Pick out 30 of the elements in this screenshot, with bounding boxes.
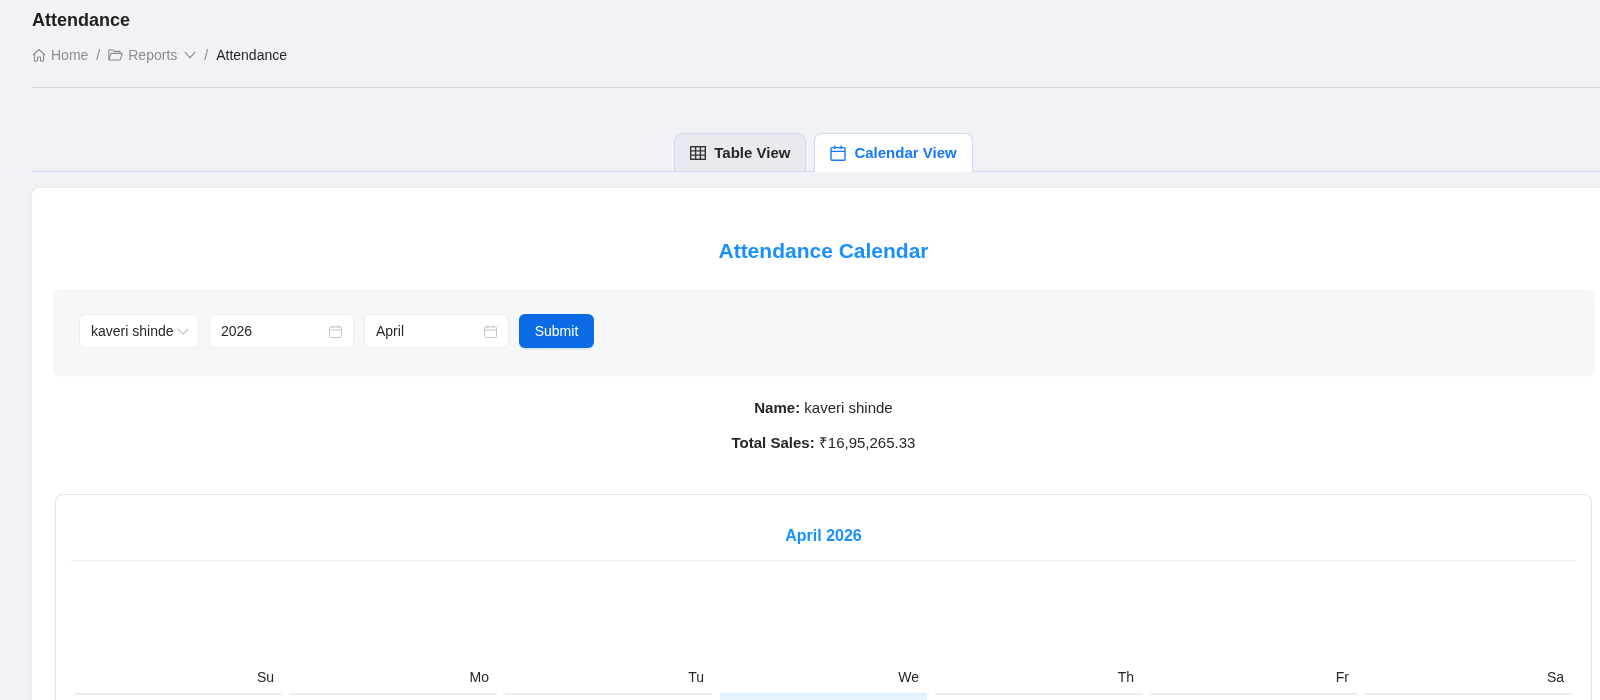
home-icon [32, 48, 46, 62]
submit-button[interactable]: Submit [519, 314, 594, 348]
chevron-down-icon [184, 51, 197, 59]
date-picker-field[interactable]: 2026 [209, 314, 354, 348]
weekday-label: Tu [688, 669, 704, 685]
summary-text: Name: kaveri shinde [753, 398, 894, 418]
weekday-label: Th [1117, 669, 1134, 685]
weekday-label: Mo [469, 669, 489, 685]
weekday-label: Fr [1335, 669, 1349, 685]
calendar-icon [830, 144, 847, 161]
view-tab[interactable]: Calendar View [814, 133, 973, 172]
summary-text: Total Sales: ₹16,95,265.33 [730, 433, 917, 453]
calendar-icon [484, 324, 497, 338]
date-cell[interactable] [720, 693, 927, 700]
card-title: Attendance Calendar [717, 238, 930, 264]
calendar-icon [329, 324, 342, 338]
chevron-down-icon [177, 327, 189, 335]
page-title: Attendance [32, 9, 130, 32]
employee-select[interactable]: kaveri shinde [79, 314, 199, 348]
breadcrumb-separator: / [96, 46, 101, 65]
calendar-month-title: April 2026 [785, 527, 862, 544]
breadcrumb-current: Attendance [216, 46, 287, 65]
weekday-label: We [898, 669, 919, 685]
weekday-label: Su [256, 669, 274, 685]
date-picker-field[interactable]: April [364, 314, 509, 348]
view-tab[interactable]: Table View [674, 133, 807, 172]
table-icon [690, 145, 707, 160]
breadcrumb-separator: / [204, 46, 209, 65]
weekday-label: Sa [1546, 669, 1564, 685]
folder-icon [108, 49, 124, 61]
